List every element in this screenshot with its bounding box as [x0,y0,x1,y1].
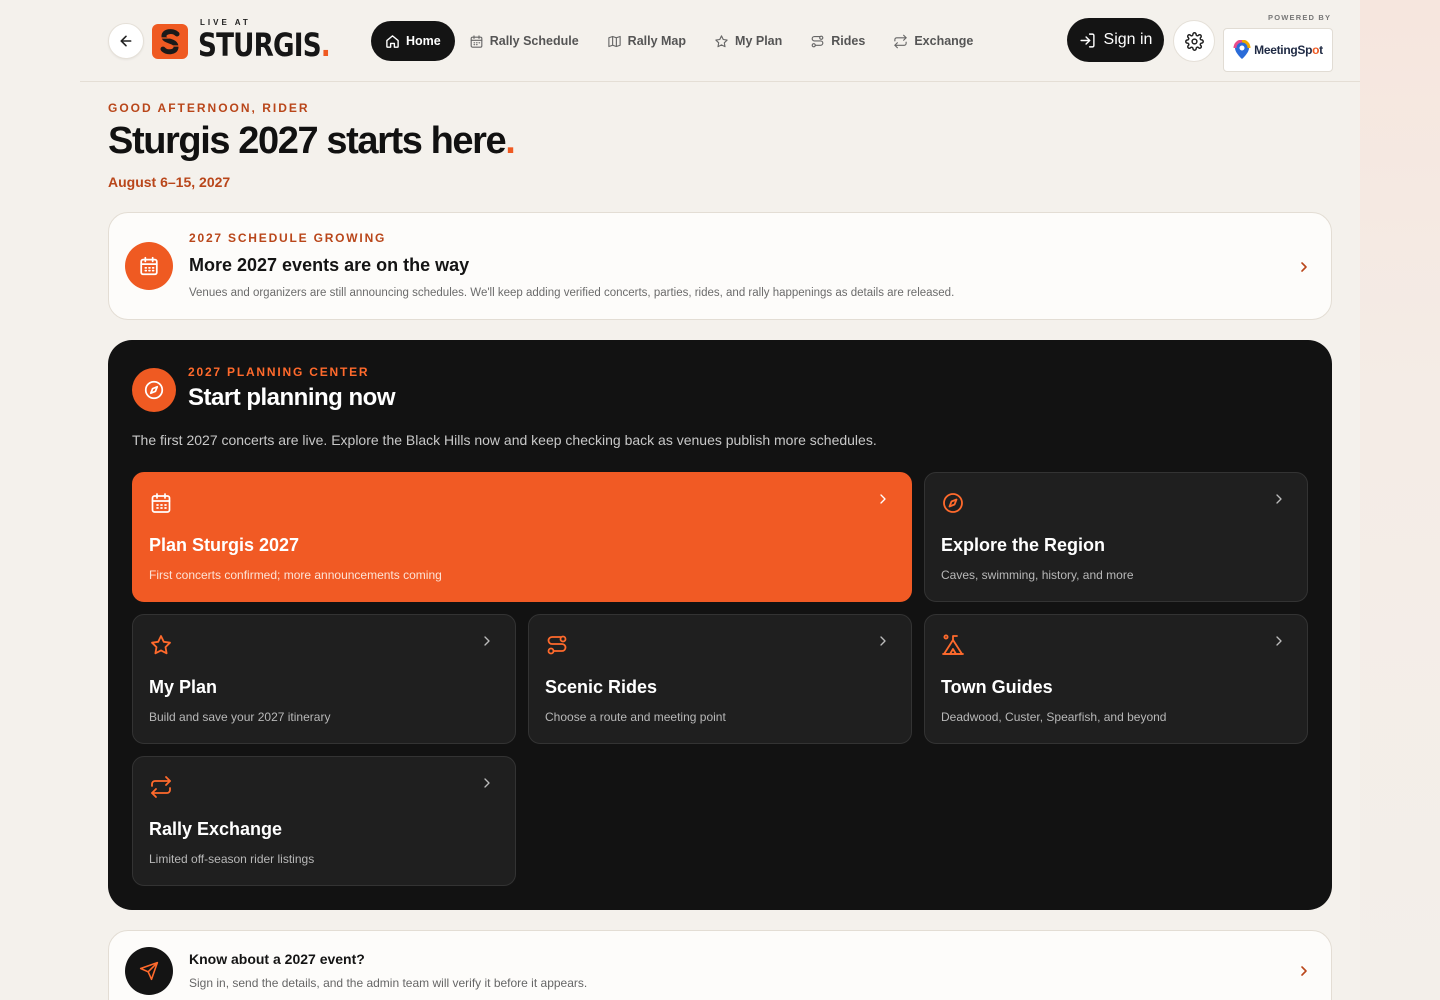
planning-title: Start planning now [188,384,396,411]
sturgis-logo-mark-icon [152,24,188,59]
star-icon [715,34,728,47]
calendar-icon [470,34,483,48]
tile-title: Rally Exchange [149,819,283,839]
calendar-icon [151,493,171,513]
chevron-right-icon [880,494,886,504]
page-title: Sturgis 2027 starts here. [108,120,516,163]
chevron-right-icon [1276,494,1282,504]
meetingspot-pin-icon [1233,40,1251,59]
tile-title: Town Guides [941,677,1053,697]
notice-eyebrow: 2027 SCHEDULE GROWING [189,231,387,245]
tent-icon [942,634,964,655]
nav-label: Rally Map [627,34,687,48]
nav-label: Rally Schedule [489,34,579,48]
compass-icon [144,380,164,400]
nav-label: My Plan [735,34,783,48]
settings-button[interactable] [1173,20,1215,62]
map-icon [607,35,621,47]
planning-icon-circle [132,368,176,412]
nav-label: Exchange [914,34,974,48]
tile-description: Build and save your 2027 itinerary [149,710,331,724]
tile-scenic-rides[interactable]: Scenic Rides Choose a route and meeting … [528,614,912,744]
chevron-right-icon [484,636,490,646]
main-nav: Home Rally Schedule Rally Map My Plan Ri… [371,21,987,61]
chevron-right-icon [1276,636,1282,646]
login-icon [1079,32,1095,48]
tile-description: Limited off-season rider listings [149,852,315,866]
powered-by-label: POWERED BY [1268,13,1332,22]
tile-description: First concerts confirmed; more announcem… [149,568,442,582]
nav-item-rally-schedule[interactable]: Rally Schedule [455,21,593,61]
tile-rally-exchange[interactable]: Rally Exchange Limited off-season rider … [132,756,516,886]
home-icon [386,34,399,48]
tile-title: Explore the Region [941,535,1106,555]
top-header: LIVE AT STURGIS. Home Rally Schedule Ral… [80,0,1360,82]
planning-description: The first 2027 concerts are live. Explor… [132,432,877,448]
page-title-dot: . [505,120,516,162]
tile-explore-region[interactable]: Explore the Region Caves, swimming, hist… [924,472,1308,602]
tile-plan-sturgis[interactable]: Plan Sturgis 2027 First concerts confirm… [132,472,912,602]
repeat-icon [894,34,908,48]
sign-in-label: Sign in [1103,31,1153,48]
tile-description: Deadwood, Custer, Spearfish, and beyond [941,710,1167,724]
sign-in-button[interactable]: Sign in [1067,18,1164,62]
calendar-icon [140,256,158,276]
logo-wordmark-text: STURGIS [198,26,322,64]
nav-item-home[interactable]: Home [371,21,455,61]
nav-item-exchange[interactable]: Exchange [879,21,987,61]
notice-description: Venues and organizers are still announci… [189,287,955,299]
compass-icon [943,493,963,513]
submit-event-card[interactable]: Know about a 2027 event? Sign in, send t… [108,930,1332,1000]
logo-wordmark: STURGIS. [198,26,331,64]
tile-my-plan[interactable]: My Plan Build and save your 2027 itinera… [132,614,516,744]
rally-dates: August 6–15, 2027 [108,174,231,190]
nav-item-my-plan[interactable]: My Plan [700,21,796,61]
route-icon [811,35,824,47]
repeat-icon [151,776,171,798]
tile-title: My Plan [149,677,218,697]
back-button[interactable] [108,23,144,59]
greeting-eyebrow: GOOD AFTERNOON, RIDER [108,101,310,115]
route-icon [547,635,567,655]
nav-item-rides[interactable]: Rides [796,21,879,61]
meetingspot-name: MeetingSpot [1254,43,1323,57]
arrow-left-icon [120,35,132,47]
star-icon [151,635,171,655]
nav-label: Home [406,34,441,48]
planning-center: 2027 PLANNING CENTER Start planning now … [108,340,1332,910]
submit-event-description: Sign in, send the details, and the admin… [189,976,588,990]
logo-dot: . [320,26,331,64]
tile-title: Plan Sturgis 2027 [149,535,300,555]
schedule-notice-card[interactable]: 2027 SCHEDULE GROWING More 2027 events a… [108,212,1332,320]
page: LIVE AT STURGIS. Home Rally Schedule Ral… [80,0,1360,1000]
chevron-right-icon [1301,966,1307,976]
chevron-right-icon [484,778,490,788]
notice-icon-circle [125,242,173,290]
submit-icon-circle [125,947,173,995]
sturgis-logo[interactable]: LIVE AT STURGIS. [152,18,331,64]
tile-description: Choose a route and meeting point [545,710,726,724]
nav-label: Rides [831,34,866,48]
tile-title: Scenic Rides [545,677,658,697]
chevron-right-icon [880,636,886,646]
notice-title: More 2027 events are on the way [189,255,470,275]
submit-event-title: Know about a 2027 event? [189,951,365,967]
meetingspot-badge[interactable]: MeetingSpot [1223,28,1333,72]
meetingspot-name-part1: MeetingSp [1254,43,1313,57]
gear-icon [1184,31,1204,51]
tile-town-guides[interactable]: Town Guides Deadwood, Custer, Spearfish,… [924,614,1308,744]
planning-eyebrow: 2027 PLANNING CENTER [188,365,370,379]
page-title-text: Sturgis 2027 starts here [108,120,507,162]
page-gutter [1360,0,1440,1000]
send-icon [139,961,159,981]
meetingspot-name-part2: t [1319,43,1323,57]
tile-description: Caves, swimming, history, and more [941,568,1134,582]
nav-item-rally-map[interactable]: Rally Map [593,21,700,61]
chevron-right-icon [1301,262,1307,272]
